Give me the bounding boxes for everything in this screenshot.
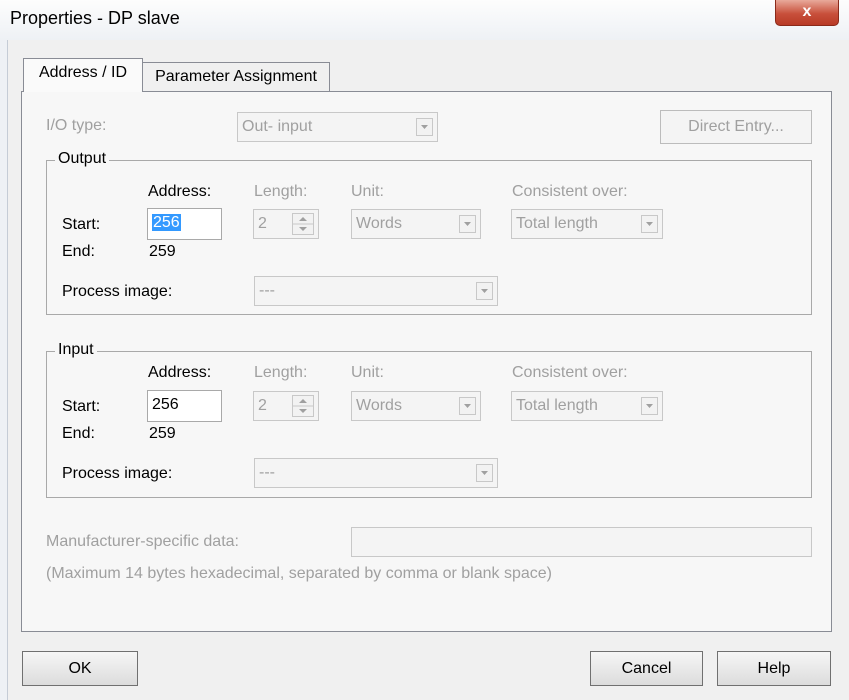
input-end-label: End: — [62, 425, 95, 442]
input-length-value: 2 — [258, 397, 267, 414]
output-end-label: End: — [62, 243, 95, 260]
chevron-down-icon — [459, 397, 476, 415]
help-button-label: Help — [757, 660, 791, 677]
input-unit-value: Words — [356, 397, 402, 414]
spinner-icon — [292, 395, 314, 417]
input-group-title: Input — [55, 341, 97, 359]
chevron-down-icon — [641, 215, 658, 233]
ok-button[interactable]: OK — [22, 651, 138, 686]
output-address-header: Address: — [148, 183, 212, 200]
input-end-value: 259 — [149, 425, 176, 442]
spinner-icon — [292, 213, 314, 235]
output-consistent-value: Total length — [516, 215, 598, 232]
input-start-address-value: 256 — [152, 396, 179, 413]
input-process-image-select[interactable]: --- — [254, 458, 498, 488]
cancel-button[interactable]: Cancel — [590, 651, 703, 686]
manufacturer-data-hint: (Maximum 14 bytes hexadecimal, separated… — [46, 565, 552, 582]
output-length-header: Length: — [254, 183, 308, 200]
input-process-image-label: Process image: — [62, 465, 173, 482]
input-process-image-value: --- — [259, 464, 275, 481]
manufacturer-data-input[interactable] — [351, 527, 812, 557]
output-end-value: 259 — [149, 243, 176, 260]
tab-parameter-assignment[interactable]: Parameter Assignment — [142, 62, 330, 92]
tab-parameter-assignment-label: Parameter Assignment — [155, 68, 317, 85]
chevron-down-icon — [641, 397, 658, 415]
output-start-address-value: 256 — [152, 214, 181, 231]
window-title: Properties - DP slave — [10, 8, 180, 28]
chevron-down-icon — [416, 118, 433, 136]
tab-address-id[interactable]: Address / ID — [23, 58, 143, 92]
input-start-label: Start: — [62, 398, 101, 415]
cancel-button-label: Cancel — [621, 660, 672, 677]
chevron-down-icon — [476, 464, 493, 482]
output-process-image-select[interactable]: --- — [254, 276, 498, 306]
input-unit-header: Unit: — [351, 364, 384, 381]
direct-entry-button[interactable]: Direct Entry... — [660, 110, 812, 144]
input-consistent-value: Total length — [516, 397, 598, 414]
help-button[interactable]: Help — [717, 651, 831, 686]
output-unit-select[interactable]: Words — [351, 209, 481, 239]
output-unit-value: Words — [356, 215, 402, 232]
input-start-address-input[interactable]: 256 — [147, 390, 222, 422]
input-consistent-select[interactable]: Total length — [511, 391, 663, 421]
close-button[interactable]: x — [775, 0, 839, 26]
close-icon: x — [802, 3, 812, 20]
input-length-header: Length: — [254, 364, 308, 381]
output-process-image-value: --- — [259, 282, 275, 299]
ok-button-label: OK — [68, 660, 92, 677]
chevron-down-icon — [476, 282, 493, 300]
chevron-down-icon — [459, 215, 476, 233]
io-type-value: Out- input — [242, 118, 313, 135]
input-address-header: Address: — [148, 364, 212, 381]
title-bar: Properties - DP slave x — [0, 0, 849, 40]
output-start-label: Start: — [62, 216, 101, 233]
tab-address-id-label: Address / ID — [38, 64, 128, 81]
output-length-spinner[interactable]: 2 — [253, 209, 319, 239]
output-length-value: 2 — [258, 215, 267, 232]
output-consistent-header: Consistent over: — [512, 183, 628, 200]
window-frame — [0, 40, 8, 700]
output-process-image-label: Process image: — [62, 283, 173, 300]
output-group-title: Output — [55, 150, 110, 168]
input-consistent-header: Consistent over: — [512, 364, 628, 381]
output-unit-header: Unit: — [351, 183, 384, 200]
output-consistent-select[interactable]: Total length — [511, 209, 663, 239]
input-unit-select[interactable]: Words — [351, 391, 481, 421]
output-start-address-input[interactable]: 256 — [147, 208, 222, 240]
input-length-spinner[interactable]: 2 — [253, 391, 319, 421]
direct-entry-label: Direct Entry... — [688, 118, 784, 135]
io-type-label: I/O type: — [46, 117, 107, 134]
manufacturer-data-label: Manufacturer-specific data: — [46, 533, 239, 550]
io-type-select[interactable]: Out- input — [237, 112, 438, 142]
